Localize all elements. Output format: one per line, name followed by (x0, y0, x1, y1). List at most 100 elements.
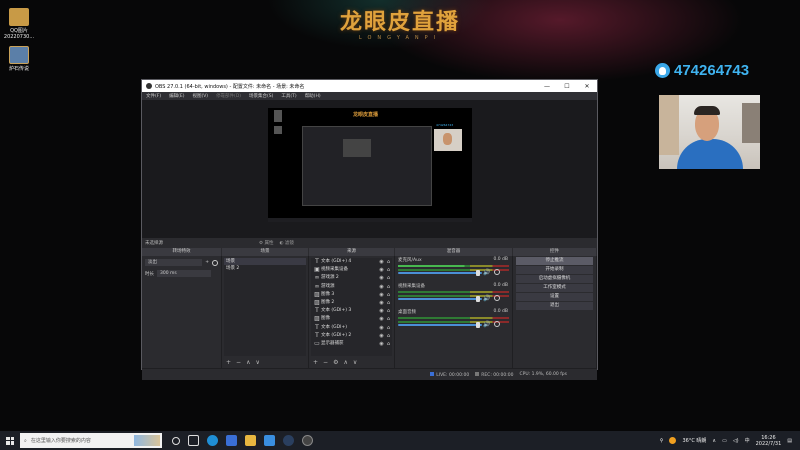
add-scene-icon[interactable]: + (226, 359, 231, 366)
lock-icon[interactable]: ⌂ (385, 291, 392, 299)
network-icon[interactable]: ▭ (722, 438, 727, 444)
close-icon[interactable]: ✕ (577, 83, 597, 90)
virtual-camera-button[interactable]: 启动虚拟摄像机 (516, 275, 593, 283)
add-transition-icon[interactable]: + (205, 260, 209, 265)
source-item[interactable]: T 文本 (GDI+) 4 ◉ ⌂ (311, 258, 392, 266)
chevron-up-icon[interactable]: ∧ (712, 438, 716, 444)
properties-button[interactable]: ⚙ 属性 (259, 240, 273, 246)
lock-icon[interactable]: ⌂ (385, 283, 392, 291)
scene-item[interactable]: 场景 2 (224, 265, 306, 272)
source-item[interactable]: ▭ 显示器捕获 ◉ ⌂ (311, 340, 392, 348)
person-icon[interactable]: ⚲ (660, 438, 664, 444)
start-recording-button[interactable]: 开始录制 (516, 266, 593, 274)
eye-icon[interactable]: ◉ (378, 324, 385, 332)
eye-icon[interactable]: ◉ (378, 291, 385, 299)
source-item[interactable]: T 文本 (GDI+) ◉ ⌂ (311, 324, 392, 332)
source-item[interactable]: ▨ 图像 3 ◉ ⌂ (311, 291, 392, 299)
lock-icon[interactable]: ⌂ (385, 266, 392, 274)
menu-edit[interactable]: 编辑(E) (169, 93, 184, 99)
move-down-icon[interactable]: ∨ (353, 359, 357, 366)
lock-icon[interactable]: ⌂ (385, 258, 392, 266)
lock-icon[interactable]: ⌂ (385, 340, 392, 348)
speaker-icon[interactable]: 🔊 (483, 321, 490, 328)
lock-icon[interactable]: ⌂ (385, 332, 392, 340)
eye-icon[interactable]: ◉ (378, 315, 385, 323)
messenger-icon[interactable] (264, 435, 275, 446)
file-explorer-icon[interactable] (245, 435, 256, 446)
lock-icon[interactable]: ⌂ (385, 307, 392, 315)
remove-source-icon[interactable]: − (323, 359, 328, 366)
menu-tools[interactable]: 工具(T) (281, 93, 296, 99)
move-up-icon[interactable]: ∧ (246, 359, 250, 366)
volume-slider[interactable] (398, 324, 482, 326)
source-item[interactable]: ▨ 图像 ◉ ⌂ (311, 315, 392, 323)
obs-titlebar[interactable]: OBS 27.0.1 (64-bit, windows) - 配置文件: 未命名… (142, 80, 597, 92)
scene-item[interactable]: 场景 (224, 258, 306, 265)
filters-button[interactable]: ◐ 滤镜 (279, 240, 293, 246)
gear-icon[interactable] (494, 295, 500, 301)
weather-text[interactable]: 36°C 晴朗 (682, 437, 706, 444)
source-item[interactable]: T 文本 (GDI+) 2 ◉ ⌂ (311, 332, 392, 340)
eye-icon[interactable]: ◉ (378, 274, 385, 282)
source-item[interactable]: ▨ 图像 2 ◉ ⌂ (311, 299, 392, 307)
notification-icon[interactable]: ▤ (787, 438, 792, 444)
eye-icon[interactable]: ◉ (378, 307, 385, 315)
speaker-icon[interactable]: 🔊 (483, 295, 490, 302)
menu-docks[interactable]: 停靠部件(D) (216, 93, 241, 99)
eye-icon[interactable]: ◉ (378, 332, 385, 340)
source-item[interactable]: ∞ 游戏源 ◉ ⌂ (311, 283, 392, 291)
duration-input[interactable]: 300 ms (157, 270, 211, 277)
obs-taskbar-icon[interactable] (302, 435, 313, 446)
speaker-icon[interactable]: 🔊 (483, 269, 490, 276)
volume-icon[interactable]: ◁) (733, 438, 739, 444)
lock-icon[interactable]: ⌂ (385, 274, 392, 282)
eye-icon[interactable]: ◉ (378, 340, 385, 348)
volume-slider[interactable] (398, 272, 482, 274)
ime-indicator[interactable]: 中 (745, 437, 750, 444)
desktop-icon-hearthstone[interactable]: 炉石传说 (2, 46, 36, 72)
eye-icon[interactable]: ◉ (378, 258, 385, 266)
move-down-icon[interactable]: ∨ (255, 359, 259, 366)
cortana-icon[interactable] (172, 436, 180, 445)
taskbar-search[interactable]: ⌕ 在这里输入你要搜索的内容 (20, 433, 162, 448)
clock[interactable]: 16:26 2022/7/31 (756, 435, 782, 447)
minimize-icon[interactable]: — (537, 83, 557, 90)
gear-icon[interactable] (212, 259, 218, 266)
maximize-icon[interactable]: ☐ (557, 83, 577, 90)
store-icon[interactable] (226, 435, 237, 446)
volume-slider-handle[interactable] (476, 322, 480, 328)
transition-select[interactable]: 淡出 (145, 259, 203, 266)
source-item[interactable]: ∞ 游戏源 2 ◉ ⌂ (311, 274, 392, 282)
volume-slider[interactable] (398, 298, 482, 300)
source-settings-icon[interactable]: ⚙ (333, 359, 338, 366)
studio-mode-button[interactable]: 工作室模式 (516, 284, 593, 292)
add-source-icon[interactable]: + (313, 359, 318, 366)
stream-preview[interactable]: 龙眼皮直播 474264743 (268, 108, 472, 222)
source-item[interactable]: T 文本 (GDI+) 3 ◉ ⌂ (311, 307, 392, 315)
desktop-icon-image[interactable]: QQ图片20220730... (2, 8, 36, 40)
stop-streaming-button[interactable]: 停止推流 (516, 257, 593, 265)
volume-slider-handle[interactable] (476, 270, 480, 276)
settings-button[interactable]: 设置 (516, 293, 593, 301)
exit-button[interactable]: 退出 (516, 302, 593, 310)
menu-view[interactable]: 视图(V) (192, 93, 208, 99)
remove-scene-icon[interactable]: − (236, 359, 241, 366)
volume-slider-handle[interactable] (476, 296, 480, 302)
source-item[interactable]: ▣ 视频采集设备 ◉ ⌂ (311, 266, 392, 274)
eye-icon[interactable]: ◉ (378, 266, 385, 274)
eye-icon[interactable]: ◉ (378, 299, 385, 307)
gear-icon[interactable] (494, 269, 500, 275)
eye-icon[interactable]: ◉ (378, 283, 385, 291)
menu-help[interactable]: 帮助(H) (305, 93, 321, 99)
lock-icon[interactable]: ⌂ (385, 299, 392, 307)
gear-icon[interactable] (494, 321, 500, 327)
move-up-icon[interactable]: ∧ (343, 359, 347, 366)
steam-icon[interactable] (283, 435, 294, 446)
lock-icon[interactable]: ⌂ (385, 324, 392, 332)
menu-file[interactable]: 文件(F) (146, 93, 161, 99)
edge-icon[interactable] (207, 435, 218, 446)
task-view-icon[interactable] (188, 435, 199, 446)
lock-icon[interactable]: ⌂ (385, 315, 392, 323)
start-button[interactable] (0, 431, 20, 450)
menu-scene-collection[interactable]: 场景集合(S) (249, 93, 273, 99)
